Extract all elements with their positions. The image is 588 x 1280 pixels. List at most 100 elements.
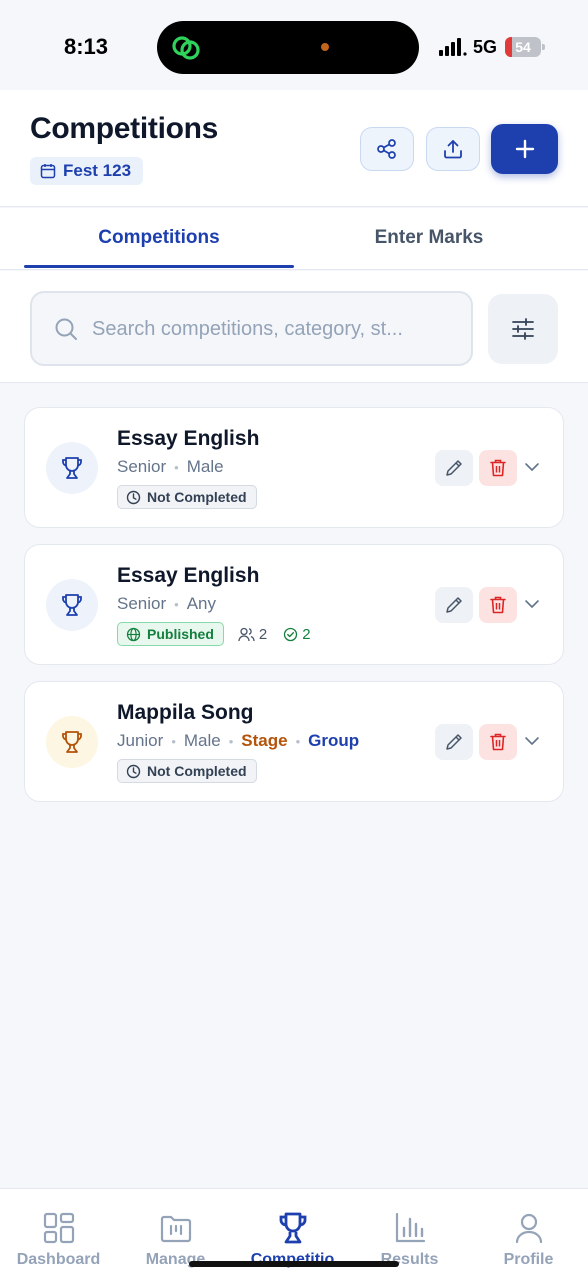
- search-area: [0, 271, 588, 383]
- competition-card[interactable]: Mappila Song Junior • Male • Stage • Gro…: [24, 681, 564, 802]
- status-text: Not Completed: [147, 489, 247, 505]
- separator-dot: •: [174, 596, 179, 612]
- tab-enter-marks[interactable]: Enter Marks: [294, 208, 564, 268]
- status-text: Published: [147, 626, 214, 642]
- edit-button[interactable]: [435, 587, 473, 623]
- competition-card[interactable]: Essay English Senior • Male Not Complete…: [24, 407, 564, 528]
- status-row: Published 2 2: [117, 622, 311, 646]
- users-icon: [238, 627, 255, 641]
- pencil-icon: [446, 460, 462, 476]
- trash-icon: [490, 459, 506, 477]
- pencil-icon: [446, 734, 462, 750]
- battery-level: 54: [515, 39, 531, 55]
- filter-button[interactable]: [488, 294, 558, 364]
- dynamic-island: [157, 21, 419, 74]
- nav-item-profile[interactable]: Profile: [470, 1211, 587, 1269]
- trophy-icon: [279, 1212, 306, 1244]
- status-badge: Published: [117, 622, 224, 646]
- edit-button[interactable]: [435, 724, 473, 760]
- status-badge: Not Completed: [117, 485, 257, 509]
- user-icon: [515, 1213, 542, 1244]
- add-competition-button[interactable]: [491, 124, 558, 174]
- competition-avatar: [46, 579, 98, 631]
- competition-name: Essay English: [117, 564, 260, 587]
- competition-meta: Junior • Male • Stage • Group: [117, 731, 359, 751]
- tab-competitions[interactable]: Competitions: [24, 208, 294, 268]
- check-circle-icon: [284, 627, 298, 641]
- competition-category: Senior: [117, 457, 167, 476]
- share-icon: [377, 139, 396, 159]
- competition-name: Essay English: [117, 427, 260, 450]
- pencil-icon: [446, 597, 462, 613]
- fest-badge[interactable]: Fest 123: [30, 157, 144, 185]
- competition-card[interactable]: Essay English Senior • Any Published 2 2: [24, 544, 564, 665]
- search-input[interactable]: [92, 309, 452, 349]
- home-indicator: [189, 1261, 399, 1267]
- battery-indicator: 54: [505, 37, 545, 57]
- competition-category: Junior: [117, 731, 164, 750]
- camera-dot: [321, 43, 329, 51]
- competition-gender: Male: [186, 457, 224, 476]
- search-icon: [55, 318, 77, 340]
- separator-dot: •: [171, 733, 176, 749]
- edit-button[interactable]: [435, 450, 473, 486]
- competition-meta: Senior • Any: [117, 594, 216, 614]
- share-button[interactable]: [360, 127, 414, 171]
- competition-avatar: [46, 442, 98, 494]
- sliders-icon: [512, 318, 534, 340]
- folder-icon: [160, 1215, 191, 1243]
- completed-value: 2: [302, 625, 311, 643]
- competition-gender: Any: [186, 594, 216, 613]
- status-badge: Not Completed: [117, 759, 257, 783]
- trophy-icon: [62, 594, 82, 616]
- competition-avatar: [46, 716, 98, 768]
- signal-icon: [439, 38, 467, 56]
- network-type: 5G: [473, 37, 498, 57]
- dashboard-icon: [43, 1212, 74, 1244]
- competition-list: Essay English Senior • Male Not Complete…: [24, 407, 564, 818]
- export-button[interactable]: [426, 127, 480, 171]
- globe-icon: [126, 627, 141, 641]
- trash-icon: [490, 733, 506, 751]
- participants-count: 2: [238, 626, 267, 643]
- competition-category: Senior: [117, 594, 167, 613]
- separator-dot: •: [228, 733, 234, 749]
- delete-button[interactable]: [479, 724, 517, 760]
- participants-value: 2: [258, 625, 268, 643]
- nav-item-dashboard[interactable]: Dashboard: [0, 1211, 117, 1269]
- chevron-down-icon[interactable]: [524, 596, 540, 612]
- trophy-icon: [62, 457, 82, 479]
- calendar-icon: [40, 164, 56, 179]
- status-bar: 8:13 5G 54: [0, 0, 588, 90]
- competition-name: Mappila Song: [117, 701, 254, 724]
- trash-icon: [490, 596, 506, 614]
- search-box[interactable]: [30, 291, 473, 366]
- page-title: Competitions: [30, 112, 219, 145]
- competition-meta: Senior • Male: [117, 457, 224, 477]
- status-time: 8:13: [64, 34, 109, 59]
- completed-count: 2: [283, 625, 311, 643]
- status-row: Not Completed: [117, 485, 257, 509]
- status-text: Not Completed: [147, 763, 247, 779]
- competition-mode: Group: [308, 731, 360, 750]
- delete-button[interactable]: [479, 587, 517, 623]
- plus-icon: [515, 139, 534, 159]
- status-row: Not Completed: [117, 759, 257, 783]
- nav-label: Dashboard: [16, 1251, 101, 1268]
- separator-dot: •: [295, 733, 301, 749]
- active-tab-indicator: [24, 265, 294, 268]
- chevron-down-icon[interactable]: [524, 459, 540, 475]
- chevron-down-icon[interactable]: [524, 733, 540, 749]
- competition-gender: Male: [183, 731, 221, 750]
- tab-bar: Competitions Enter Marks: [0, 208, 588, 270]
- nav-label: Profile: [503, 1251, 554, 1268]
- competition-type: Stage: [241, 731, 288, 750]
- page-header: Competitions Fest 123: [0, 90, 588, 207]
- fest-name: Fest 123: [63, 161, 132, 180]
- upload-icon: [444, 140, 462, 159]
- separator-dot: •: [174, 459, 179, 475]
- clock-icon: [126, 764, 141, 778]
- delete-button[interactable]: [479, 450, 517, 486]
- clock-icon: [126, 490, 141, 504]
- link-app-icon: [172, 36, 200, 60]
